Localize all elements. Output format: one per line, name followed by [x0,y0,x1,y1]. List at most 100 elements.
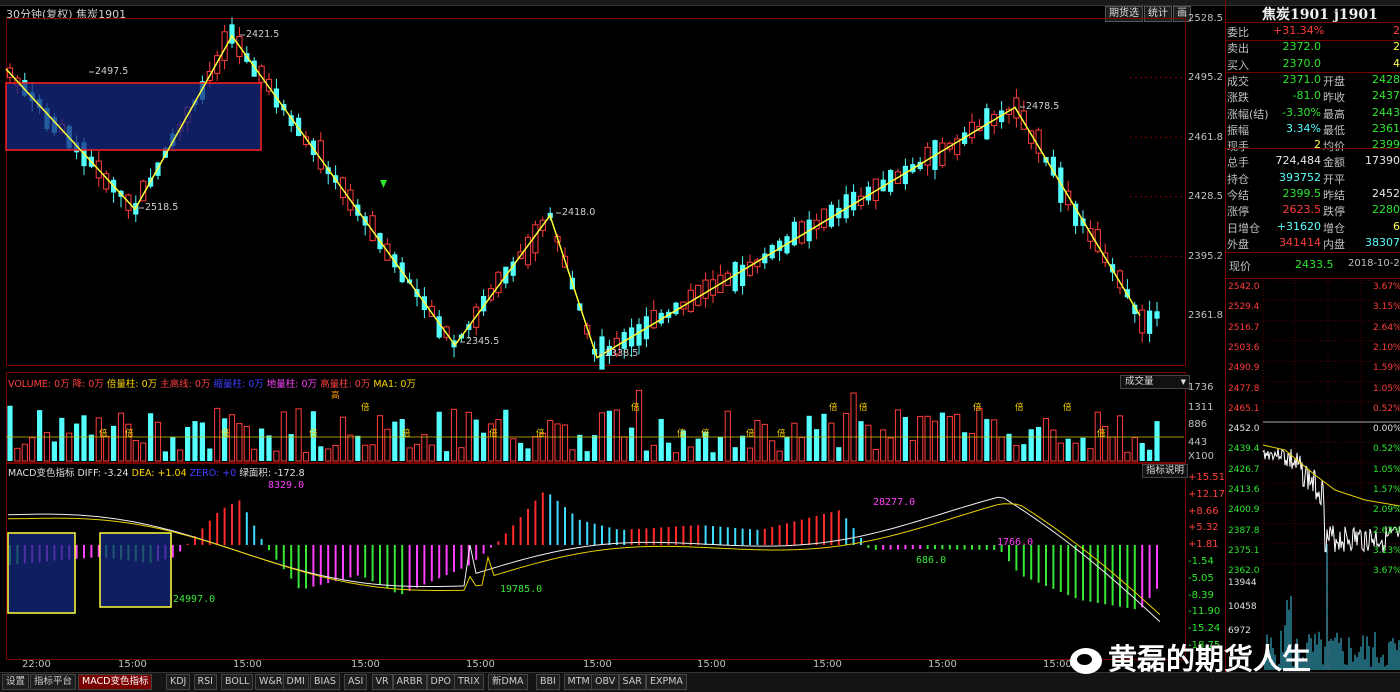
time-axis-label: 15:00 [697,659,726,670]
indicator-help-button[interactable]: 指标说明 [1142,464,1189,478]
volume-bar [902,416,908,461]
volume-bar [746,447,754,462]
price-axis-label: 2528.5 [1188,13,1223,24]
volume-bar [968,432,976,462]
quote-label: 跌停 [1323,205,1345,219]
price-pivot-label: 2478.5 [1026,101,1060,112]
volume-bar [695,438,701,461]
mini-pct-axis-label: 3.13% [1373,545,1400,556]
price-axis: 2528.5 2495.2 2461.8 2428.5 2395.2 2361.… [1188,13,1224,333]
macd-value-label: 686.0 [916,555,947,566]
price-pivot-label: 2418.0 [562,207,596,218]
tab-rsi[interactable]: RSI [193,674,217,690]
mini-pct-axis-label: 1.05% [1373,383,1400,394]
volume-bar [421,434,428,462]
volume-bar [569,449,576,462]
tab-dpo[interactable]: DPO [426,674,456,690]
volume-bar [828,422,835,462]
candle-body [229,24,235,44]
bei-marker: 倍 [536,429,545,439]
quote-label: 今结 [1227,189,1249,202]
volume-bar [894,409,902,462]
mini-pct-axis-label: 2.10% [1373,342,1400,353]
volume-bar [532,436,539,462]
overlay-lines [5,34,1141,359]
tab--[interactable]: 指标平台 [30,674,77,690]
current-date: 2018-10-26, [1348,258,1400,269]
bei-marker: 倍 [402,429,411,439]
tab-mtm[interactable]: MTM [563,674,594,690]
mini-price-axis-label: 2529.4 [1228,302,1260,313]
bei-marker: 倍 [746,429,755,439]
volume-bar [666,442,672,461]
volume-bar [584,451,590,461]
tab-bbi[interactable]: BBI [536,674,560,690]
quote-row: 振幅 3.34% 最低 2361 [1227,122,1400,138]
tab-boll[interactable]: BOLL [221,674,254,690]
quote-label: 增仓 [1323,221,1345,235]
volume-bar [29,437,36,462]
gao-marker: 高 [331,391,340,401]
candle-body [317,140,324,170]
volume-dropdown[interactable]: 成交量 ▼ [1120,375,1190,389]
volume-bar [339,416,347,462]
quote-label: 金额 [1323,156,1345,170]
mini-pct-axis-label: 2.62% [1373,525,1400,536]
volume-bar [814,429,820,461]
volume-bar [732,447,738,461]
volume-bar [37,410,43,461]
mini-price-axis-label: 10458 [1228,602,1257,612]
volume-bar [177,449,184,462]
grid-lines [1130,77,1184,257]
volume-bar [95,417,102,462]
quote-label: 振幅 [1227,123,1249,137]
mini-price-axis-label: 2477.8 [1228,383,1260,394]
tab--dma[interactable]: 新DMA [488,674,528,690]
green-arrow-icon [380,180,387,188]
volume-bar [931,420,939,462]
price-axis-label: 2361.8 [1188,310,1223,321]
volume-bar [266,435,272,461]
tab-arbr[interactable]: ARBR [392,674,427,690]
price-axis-label: 2428.5 [1188,191,1223,202]
volume-bar [207,448,213,461]
mini-price-axis-label: 2542.0 [1228,282,1260,292]
volume-bar [1013,444,1020,462]
bei-marker: 倍 [489,429,498,439]
intraday-mini-chart[interactable] [1225,280,1400,672]
tab-vr[interactable]: VR [371,674,393,690]
volume-bar [954,413,961,462]
macd-axis-label: -5.05 [1188,572,1214,584]
tab-obv[interactable]: OBV [591,674,620,690]
volume-bar [510,438,517,462]
quote-row: 现手 2 均价 2399 [1227,138,1400,154]
tab-dmi[interactable]: DMI [282,674,309,690]
volume-bar [1021,444,1027,461]
tab-trix[interactable]: TRIX [454,674,484,690]
volume-bar [103,435,110,462]
volume-bar [880,429,887,462]
tab-macd-[interactable]: MACD变色指标 [78,674,153,690]
tab--[interactable]: 设置 [2,674,30,690]
bei-marker: 倍 [829,403,838,413]
macd-legend-item: ZERO: +0 [189,468,240,479]
bei-marker: 倍 [361,403,370,413]
volume-bar [295,408,302,462]
tab-asi[interactable]: ASI [344,674,368,690]
volume-bar [613,409,620,462]
mini-price-axis-label: 6972 [1228,626,1251,636]
volume-bar [74,423,80,461]
quote-label: 成交 [1227,74,1249,88]
volume-bar [946,416,953,462]
quote-value: -3.30% [1282,105,1321,119]
tab-kdj[interactable]: KDJ [166,674,191,690]
volume-bar [162,451,168,461]
volume-bar [243,425,250,462]
candle-body [1139,309,1146,334]
macd-axis-label: -15.24 [1188,623,1221,635]
tab-expma[interactable]: EXPMA [646,674,687,690]
volume-bar [1116,415,1124,462]
tab-sar[interactable]: SAR [618,674,646,690]
highlight-box [5,82,262,151]
tab-bias[interactable]: BIAS [310,674,340,690]
